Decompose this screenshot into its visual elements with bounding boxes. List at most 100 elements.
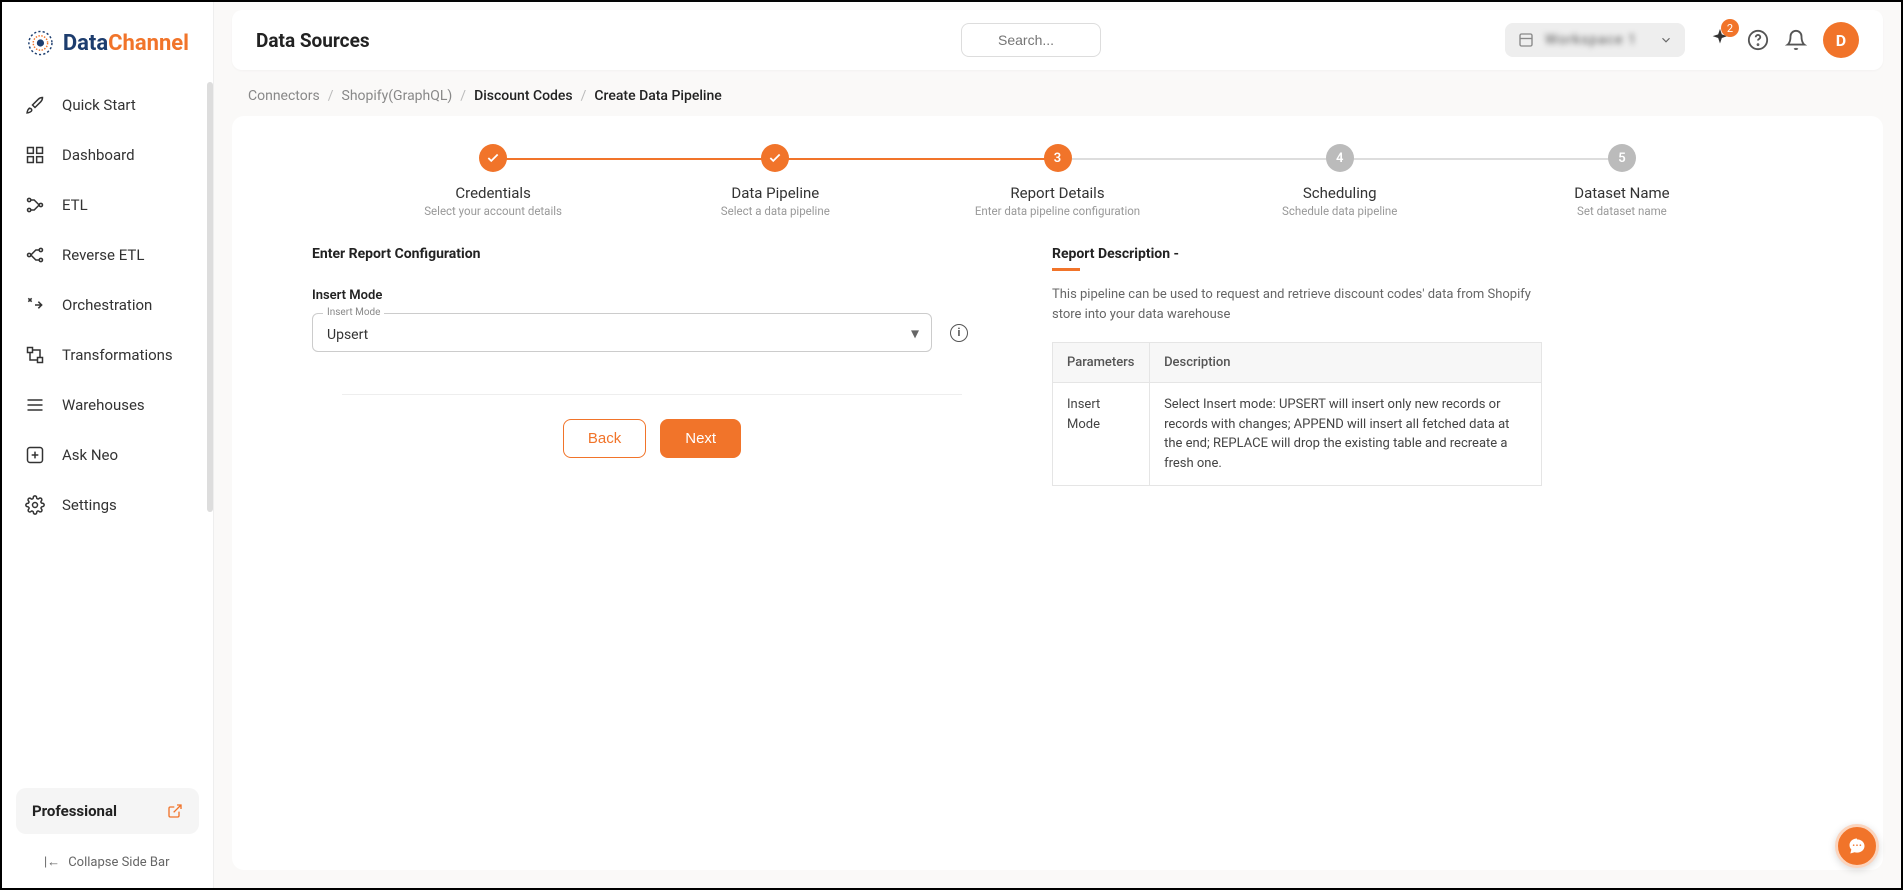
step-subtitle: Enter data pipeline configuration bbox=[975, 204, 1140, 218]
sidebar-item-reverse-etl[interactable]: Reverse ETL bbox=[10, 230, 205, 280]
workspace-name: Workspace 1 bbox=[1545, 32, 1649, 48]
sidebar-item-orchestration[interactable]: Orchestration bbox=[10, 280, 205, 330]
help-icon[interactable] bbox=[1747, 29, 1769, 51]
avatar[interactable]: D bbox=[1823, 22, 1859, 58]
description-text: This pipeline can be used to request and… bbox=[1052, 285, 1542, 324]
breadcrumb: Connectors/ Shopify(GraphQL)/ Discount C… bbox=[214, 70, 1901, 116]
topbar: Data Sources Workspace 1 2 bbox=[232, 10, 1883, 70]
stepper: Credentials Select your account details … bbox=[232, 144, 1883, 246]
chevron-down-icon bbox=[1659, 33, 1673, 47]
step-scheduling[interactable]: 4 Scheduling Schedule data pipeline bbox=[1199, 144, 1481, 218]
step-title: Credentials bbox=[455, 184, 530, 202]
orchestration-icon bbox=[24, 294, 46, 316]
table-row: Insert Mode Select Insert mode: UPSERT w… bbox=[1053, 383, 1542, 486]
sidebar-item-ask-neo[interactable]: Ask Neo bbox=[10, 430, 205, 480]
sidebar-item-warehouses[interactable]: Warehouses bbox=[10, 380, 205, 430]
workspace-icon bbox=[1517, 31, 1535, 49]
step-title: Report Details bbox=[1010, 184, 1104, 202]
sidebar-item-quick-start[interactable]: Quick Start bbox=[10, 80, 205, 130]
step-subtitle: Select a data pipeline bbox=[721, 204, 830, 218]
sidebar-item-label: Quick Start bbox=[62, 96, 136, 114]
external-link-icon bbox=[167, 803, 183, 819]
section-title: Enter Report Configuration bbox=[312, 246, 992, 262]
sidebar-item-label: Dashboard bbox=[62, 146, 135, 164]
step-subtitle: Schedule data pipeline bbox=[1282, 204, 1397, 218]
step-report-details[interactable]: 3 Report Details Enter data pipeline con… bbox=[916, 144, 1198, 218]
step-title: Dataset Name bbox=[1574, 184, 1669, 202]
table-header: Description bbox=[1150, 343, 1542, 383]
sidebar-nav: Quick Start Dashboard ETL Reverse ETL Or… bbox=[2, 80, 213, 776]
breadcrumb-item[interactable]: Connectors bbox=[248, 88, 320, 104]
insert-mode-select[interactable]: Insert Mode Upsert ▾ bbox=[312, 313, 932, 352]
ask-neo-icon bbox=[24, 444, 46, 466]
rocket-icon bbox=[24, 94, 46, 116]
sidebar-item-label: Settings bbox=[62, 496, 117, 514]
select-legend: Insert Mode bbox=[323, 307, 384, 318]
etl-icon bbox=[24, 194, 46, 216]
page-title: Data Sources bbox=[256, 29, 370, 52]
gear-icon bbox=[24, 494, 46, 516]
breadcrumb-item: Discount Codes bbox=[474, 88, 573, 104]
logo[interactable]: DataChannel bbox=[2, 14, 213, 80]
sidebar-item-label: Orchestration bbox=[62, 296, 152, 314]
step-circle bbox=[479, 144, 507, 172]
table-cell: Select Insert mode: UPSERT will insert o… bbox=[1150, 383, 1542, 486]
description-title: Report Description - bbox=[1052, 246, 1542, 262]
plan-label: Professional bbox=[32, 802, 117, 820]
sidebar-item-etl[interactable]: ETL bbox=[10, 180, 205, 230]
step-circle: 5 bbox=[1608, 144, 1636, 172]
sidebar-item-label: Transformations bbox=[62, 346, 173, 364]
sidebar-item-dashboard[interactable]: Dashboard bbox=[10, 130, 205, 180]
sidebar: DataChannel Quick Start Dashboard ETL Re… bbox=[2, 2, 214, 888]
next-button[interactable]: Next bbox=[660, 419, 741, 458]
caret-down-icon: ▾ bbox=[911, 323, 919, 342]
step-subtitle: Select your account details bbox=[424, 204, 562, 218]
table-header: Parameters bbox=[1053, 343, 1150, 383]
collapse-sidebar-button[interactable]: |← Collapse Side Bar bbox=[16, 854, 199, 870]
collapse-label: Collapse Side Bar bbox=[68, 855, 169, 870]
table-cell: Insert Mode bbox=[1053, 383, 1150, 486]
sparkle-button[interactable]: 2 bbox=[1709, 27, 1731, 53]
sidebar-item-transformations[interactable]: Transformations bbox=[10, 330, 205, 380]
breadcrumb-item: Create Data Pipeline bbox=[594, 88, 721, 104]
field-label: Insert Mode bbox=[312, 288, 992, 303]
plan-card[interactable]: Professional bbox=[16, 788, 199, 834]
reverse-etl-icon bbox=[24, 244, 46, 266]
search-input[interactable] bbox=[961, 23, 1101, 57]
step-data-pipeline[interactable]: Data Pipeline Select a data pipeline bbox=[634, 144, 916, 218]
warehouses-icon bbox=[24, 394, 46, 416]
divider bbox=[342, 394, 962, 395]
chat-fab[interactable] bbox=[1835, 824, 1879, 868]
sidebar-item-label: Warehouses bbox=[62, 396, 145, 414]
sidebar-item-label: Reverse ETL bbox=[62, 246, 144, 264]
logo-text: DataChannel bbox=[63, 31, 189, 56]
step-title: Scheduling bbox=[1303, 184, 1377, 202]
breadcrumb-item[interactable]: Shopify(GraphQL) bbox=[342, 88, 453, 104]
step-circle: 3 bbox=[1044, 144, 1072, 172]
sidebar-item-label: Ask Neo bbox=[62, 446, 118, 464]
step-dataset-name[interactable]: 5 Dataset Name Set dataset name bbox=[1481, 144, 1763, 218]
bell-icon[interactable] bbox=[1785, 29, 1807, 51]
workspace-select[interactable]: Workspace 1 bbox=[1505, 23, 1685, 57]
step-circle: 4 bbox=[1326, 144, 1354, 172]
info-icon[interactable]: i bbox=[950, 324, 968, 342]
content-card: Credentials Select your account details … bbox=[232, 116, 1883, 870]
step-subtitle: Set dataset name bbox=[1577, 204, 1667, 218]
main: Data Sources Workspace 1 2 bbox=[214, 2, 1901, 888]
step-credentials[interactable]: Credentials Select your account details bbox=[352, 144, 634, 218]
select-value: Upsert bbox=[327, 327, 368, 343]
sidebar-item-settings[interactable]: Settings bbox=[10, 480, 205, 530]
transformations-icon bbox=[24, 344, 46, 366]
dashboard-icon bbox=[24, 144, 46, 166]
parameter-table: Parameters Description Insert Mode Selec… bbox=[1052, 342, 1542, 486]
logo-icon bbox=[26, 26, 55, 60]
scrollbar[interactable] bbox=[207, 82, 213, 512]
back-button[interactable]: Back bbox=[563, 419, 646, 458]
step-circle bbox=[761, 144, 789, 172]
notification-badge: 2 bbox=[1721, 19, 1739, 37]
chat-icon bbox=[1847, 836, 1867, 856]
sidebar-item-label: ETL bbox=[62, 196, 88, 214]
title-underline bbox=[1052, 268, 1080, 271]
step-title: Data Pipeline bbox=[731, 184, 819, 202]
collapse-icon: |← bbox=[44, 854, 60, 870]
